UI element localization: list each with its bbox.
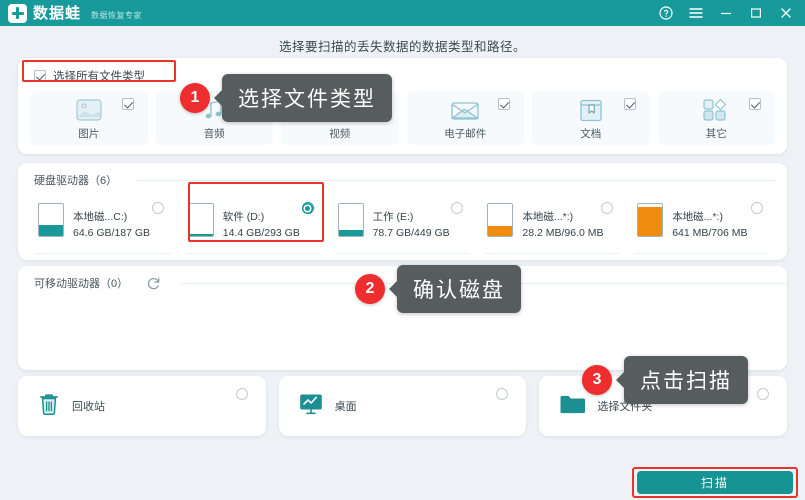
drive-name: 工作 (E:): [372, 211, 414, 223]
file-type-card-document[interactable]: 文档: [532, 91, 650, 145]
callout-step-3: 3 点击扫描: [582, 356, 748, 404]
scan-button[interactable]: 扫描: [637, 471, 793, 494]
drive-name: 本地磁...*:): [522, 211, 574, 223]
drive-radio[interactable]: [601, 202, 614, 214]
file-type-card-email[interactable]: 电子邮件: [406, 91, 524, 145]
drive-size: 78.7 GB/449 GB: [372, 227, 450, 239]
drive-card-e[interactable]: 工作 (E:) 78.7 GB/449 GB: [328, 195, 478, 254]
drive-radio-selected[interactable]: [301, 202, 314, 214]
drive-info: 工作 (E:) 78.7 GB/449 GB: [373, 203, 450, 239]
window-controls: [651, 0, 805, 26]
page-subtitle: 选择要扫描的丢失数据的数据类型和路径。: [278, 40, 526, 54]
file-type-label: 文档: [580, 128, 602, 140]
drive-divider: [36, 253, 170, 254]
minimize-button[interactable]: [711, 0, 741, 26]
recycle-bin-icon: [38, 392, 60, 421]
callout-text: 确认磁盘: [389, 265, 521, 313]
drive-size: 641 MB/706 MB: [672, 227, 748, 239]
callout-number: 3: [582, 365, 612, 395]
image-icon: [76, 97, 102, 123]
removable-drives-label: 可移动驱动器（0）: [34, 278, 129, 290]
file-type-label: 其它: [705, 128, 727, 140]
drive-icon: [187, 203, 214, 237]
maximize-button[interactable]: [741, 0, 771, 26]
drive-info: 本地磁...*:) 641 MB/706 MB: [672, 203, 747, 239]
location-label: 桌面: [334, 401, 357, 413]
location-radio[interactable]: [496, 388, 509, 400]
hard-drives-section-header: 硬盘驱动器（6）: [34, 172, 778, 188]
drive-card-c[interactable]: 本地磁...C:) 64.6 GB/187 GB: [28, 195, 178, 254]
callout-text: 选择文件类型: [214, 74, 392, 122]
application-window: 数据蛙 数据恢复专家 选择要扫描的丢失数据的数据类型和路径。 选择所有文件类型 …: [0, 0, 805, 500]
callout-number: 2: [355, 274, 385, 304]
app-tagline: 数据恢复专家: [91, 10, 143, 20]
select-all-file-types[interactable]: 选择所有文件类型: [34, 68, 145, 84]
callout-step-1: 1 选择文件类型: [180, 74, 392, 122]
callout-step-2: 2 确认磁盘: [355, 265, 521, 313]
drive-icon: [487, 203, 514, 237]
drive-divider: [185, 253, 320, 254]
file-type-card-row: 图片 音频 视频 电子邮件 文档 其它: [30, 91, 775, 145]
drive-size: 28.2 MB/96.0 MB: [522, 227, 604, 239]
file-type-label: 视频: [329, 128, 351, 140]
cross-logo-icon: [8, 3, 27, 23]
location-radio[interactable]: [235, 388, 248, 400]
file-type-checkbox[interactable]: [749, 98, 761, 110]
menu-icon[interactable]: [681, 0, 711, 26]
refresh-icon[interactable]: [146, 276, 161, 291]
drive-card-d[interactable]: 软件 (D:) 14.4 GB/293 GB: [178, 195, 328, 254]
section-divider: [137, 179, 778, 181]
drive-info: 本地磁...C:) 64.6 GB/187 GB: [73, 203, 150, 239]
callout-text: 点击扫描: [616, 356, 748, 404]
drive-info: 软件 (D:) 14.4 GB/293 GB: [223, 203, 300, 239]
drive-size: 64.6 GB/187 GB: [73, 227, 151, 239]
hard-drives-panel: 硬盘驱动器（6） 本地磁...C:) 64.6 GB/187 GB 软件 (D:…: [18, 163, 787, 260]
drive-radio[interactable]: [151, 202, 164, 214]
drive-name: 本地磁...*:): [672, 211, 723, 223]
select-all-label: 选择所有文件类型: [53, 71, 145, 83]
document-icon: [580, 97, 602, 123]
drive-size: 14.4 GB/293 GB: [222, 227, 300, 239]
file-type-checkbox[interactable]: [623, 98, 636, 110]
drive-radio[interactable]: [750, 202, 763, 214]
drive-name: 本地磁...C:): [73, 211, 128, 223]
file-type-panel: 选择所有文件类型 图片 音频 视频 电子邮件 文档 其它: [18, 58, 787, 154]
location-radio[interactable]: [757, 388, 770, 400]
file-type-card-image[interactable]: 图片: [30, 91, 148, 145]
location-card-recycle-bin[interactable]: 回收站: [18, 376, 266, 436]
file-type-checkbox[interactable]: [498, 98, 510, 110]
drive-divider: [485, 253, 620, 254]
close-button[interactable]: [771, 0, 801, 26]
drive-icon: [38, 203, 64, 237]
file-type-label: 图片: [78, 128, 100, 140]
hard-drives-label: 硬盘驱动器（6）: [34, 175, 118, 187]
file-type-label: 音频: [203, 128, 225, 140]
location-label: 回收站: [72, 401, 105, 413]
app-name: 数据蛙: [33, 4, 82, 22]
file-type-label: 电子邮件: [444, 128, 487, 140]
title-bar: 数据蛙 数据恢复专家: [0, 0, 805, 26]
other-icon: [703, 97, 729, 123]
drive-icon: [337, 203, 364, 237]
help-icon[interactable]: [651, 0, 681, 26]
drive-radio[interactable]: [451, 202, 464, 214]
drive-icon: [637, 203, 664, 237]
drive-info: 本地磁...*:) 28.2 MB/96.0 MB: [522, 203, 603, 239]
drive-name: 软件 (D:): [222, 211, 265, 223]
drive-card-4[interactable]: 本地磁...*:) 28.2 MB/96.0 MB: [477, 195, 627, 254]
drive-card-5[interactable]: 本地磁...*:) 641 MB/706 MB: [627, 195, 777, 254]
file-type-card-other[interactable]: 其它: [657, 91, 775, 145]
drive-divider: [635, 253, 769, 254]
email-icon: [451, 97, 480, 123]
desktop-icon: [299, 393, 323, 420]
location-card-desktop[interactable]: 桌面: [278, 376, 527, 436]
file-type-checkbox[interactable]: [121, 98, 134, 110]
select-all-checkbox[interactable]: [34, 70, 46, 82]
app-logo: 数据蛙 数据恢复专家: [0, 3, 143, 23]
callout-number: 1: [180, 83, 210, 113]
drive-card-row: 本地磁...C:) 64.6 GB/187 GB 软件 (D:) 14.4 GB…: [28, 195, 777, 254]
drive-divider: [335, 253, 470, 254]
